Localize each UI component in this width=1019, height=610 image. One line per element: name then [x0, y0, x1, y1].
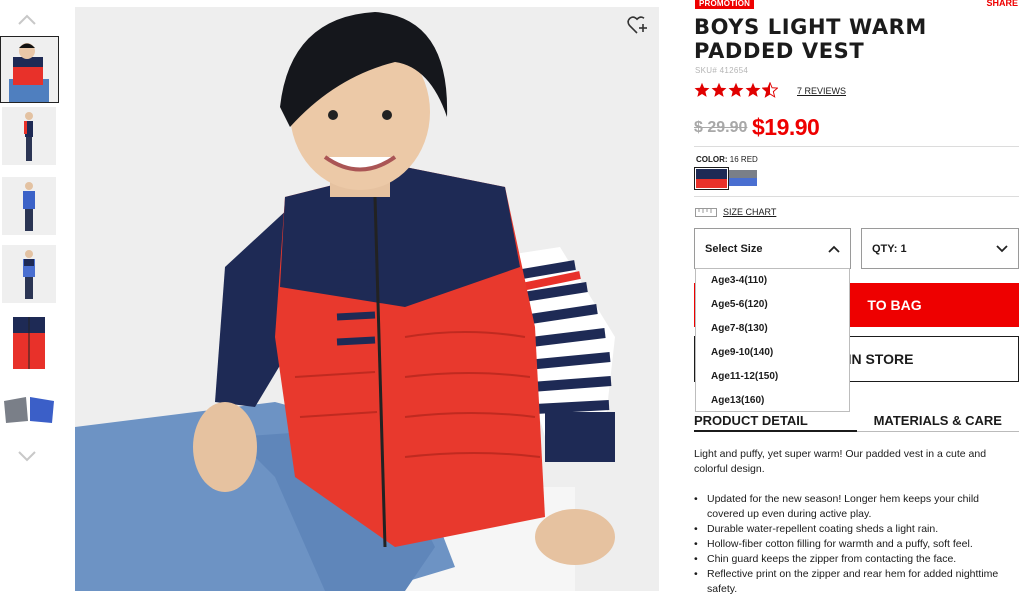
- size-select[interactable]: Select Size: [694, 228, 851, 269]
- original-price: $ 29.90: [694, 119, 748, 136]
- star-full-icon: [711, 82, 727, 97]
- star-full-icon: [745, 82, 761, 97]
- divider: [694, 196, 1019, 197]
- size-chart-link[interactable]: SIZE CHART: [695, 207, 776, 217]
- quantity-select-value: QTY: 1: [872, 242, 907, 255]
- heart-plus-icon: [627, 16, 647, 34]
- feature-item: Reflective print on the zipper and rear …: [694, 567, 1014, 597]
- feature-item: Durable water-repellent coating sheds a …: [694, 522, 1014, 537]
- swatch-red-navy-image: [696, 169, 727, 188]
- promotion-badge: PROMOTION: [695, 0, 755, 9]
- thumbnail-2[interactable]: [2, 107, 56, 165]
- thumbnail-4[interactable]: [2, 245, 56, 303]
- chevron-down-icon: [18, 451, 36, 462]
- thumbnails-down-arrow[interactable]: [17, 450, 37, 464]
- feature-item: Updated for the new season! Longer hem k…: [694, 492, 1014, 522]
- feature-item: Chin guard keeps the zipper from contact…: [694, 552, 1014, 567]
- size-option[interactable]: Age11-12(150): [696, 365, 849, 389]
- thumbnail-5[interactable]: [2, 313, 56, 371]
- divider: [694, 146, 1019, 147]
- star-full-icon: [694, 82, 710, 97]
- size-select-value: Select Size: [705, 242, 763, 255]
- star-full-icon: [728, 82, 744, 97]
- size-option[interactable]: Age13(160): [696, 389, 849, 413]
- thumbnail-4-image: [2, 245, 56, 303]
- chevron-up-icon: [828, 245, 840, 253]
- share-link[interactable]: SHARE: [986, 0, 1018, 8]
- color-label-text: COLOR:: [696, 155, 728, 164]
- product-title: BOYS LIGHT WARM PADDED VEST: [694, 15, 927, 63]
- size-option[interactable]: Age5-6(120): [696, 293, 849, 317]
- size-dropdown-menu: Age3-4(110) Age5-6(120) Age7-8(130) Age9…: [695, 268, 850, 412]
- thumbnail-1-image: [1, 37, 58, 102]
- thumbnail-6-image: [2, 393, 56, 425]
- color-label: COLOR: 16 RED: [696, 155, 758, 164]
- thumbnail-3-image: [2, 177, 56, 235]
- main-product-image[interactable]: [75, 7, 659, 591]
- chevron-up-icon: [18, 14, 36, 25]
- product-sku: SKU# 412654: [695, 66, 749, 75]
- size-option[interactable]: Age9-10(140): [696, 341, 849, 365]
- quantity-select[interactable]: QTY: 1: [861, 228, 1019, 269]
- thumbnails-up-arrow[interactable]: [17, 14, 37, 28]
- sale-price: $19.90: [752, 114, 820, 140]
- find-in-store-label: IN STORE: [847, 351, 914, 367]
- thumbnail-2-image: [2, 107, 56, 165]
- size-chart-label: SIZE CHART: [723, 207, 777, 217]
- product-photo: [75, 7, 659, 591]
- rating-stars: [694, 82, 778, 98]
- add-to-wishlist-button[interactable]: [627, 15, 649, 35]
- chevron-down-icon: [996, 244, 1008, 252]
- color-selected-value: 16 RED: [729, 155, 758, 164]
- thumbnail-6[interactable]: [2, 393, 56, 425]
- product-description: Light and puffy, yet super warm! Our pad…: [694, 448, 987, 475]
- tab-materials-care[interactable]: MATERIALS & CARE: [856, 412, 1019, 432]
- thumbnail-1[interactable]: [0, 36, 59, 103]
- tab-product-detail[interactable]: PRODUCT DETAIL: [694, 412, 857, 432]
- ruler-icon: [695, 207, 717, 217]
- size-option[interactable]: Age3-4(110): [696, 269, 849, 293]
- detail-tabs: PRODUCT DETAIL MATERIALS & CARE: [694, 412, 1019, 432]
- size-option[interactable]: Age7-8(130): [696, 317, 849, 341]
- add-to-bag-label: TO BAG: [867, 297, 922, 313]
- feature-item: Hollow-fiber cotton filling for warmth a…: [694, 537, 1014, 552]
- color-swatch-red-navy[interactable]: [694, 167, 729, 190]
- star-half-icon: [762, 82, 778, 98]
- feature-list: Updated for the new season! Longer hem k…: [694, 492, 1014, 597]
- swatch-blue-gray-image: [729, 170, 757, 186]
- thumbnail-3[interactable]: [2, 177, 56, 235]
- color-swatch-blue-gray[interactable]: [729, 170, 757, 186]
- reviews-link[interactable]: 7 REVIEWS: [797, 86, 846, 96]
- thumbnail-5-image: [2, 313, 56, 371]
